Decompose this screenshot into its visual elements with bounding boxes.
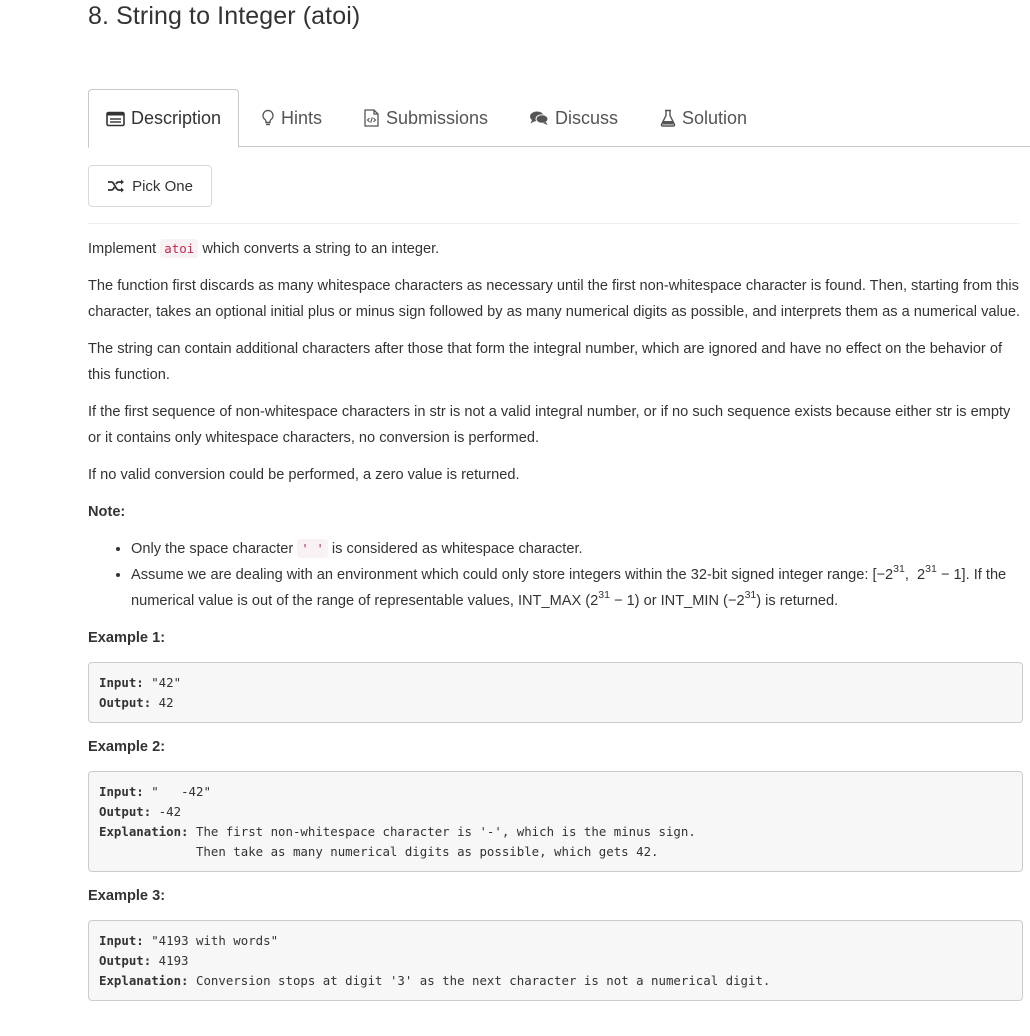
example-heading: Example 3: (88, 888, 166, 904)
tab-discuss[interactable]: Discuss (529, 89, 618, 147)
explanation-label: Explanation: (99, 972, 189, 988)
lightbulb-icon (261, 109, 275, 127)
exponent: 31 (925, 563, 937, 576)
shuffle-icon (107, 179, 125, 193)
description-paragraph: The string can contain additional charac… (88, 341, 1003, 383)
pick-one-button[interactable]: Pick One (88, 165, 212, 207)
tab-discuss-label: Discuss (555, 107, 619, 128)
note-list: Only the space character ' ' is consider… (88, 536, 1023, 614)
example-heading: Example 1: (88, 630, 166, 646)
description-paragraph: The function first discards as many whit… (88, 278, 1021, 320)
tab-hints[interactable]: Hints (261, 89, 322, 147)
tab-description[interactable]: Description (88, 89, 239, 148)
note-text: Only the space character (131, 541, 298, 557)
note-item: Assume we are dealing with an environmen… (131, 562, 1023, 614)
page-title: 8. String to Integer (atoi) (88, 2, 361, 30)
intro-text-end: which converts a string to an integer. (198, 241, 440, 257)
input-value: "4193 with words" (143, 932, 279, 948)
tab-submissions-label: Submissions (386, 107, 489, 128)
tab-submissions[interactable]: Submissions (363, 89, 488, 147)
description-paragraph: If no valid conversion could be performe… (88, 467, 520, 483)
input-value: "42" (143, 674, 182, 690)
tab-solution-label: Solution (682, 107, 748, 128)
input-value: " -42" (143, 783, 211, 799)
input-label: Input: (99, 932, 144, 948)
tab-hints-label: Hints (281, 107, 323, 128)
input-label: Input: (99, 674, 144, 690)
explanation-value: Conversion stops at digit '3' as the nex… (188, 972, 771, 988)
description-intro: Implement atoi which converts a string t… (88, 236, 1023, 262)
output-value: 42 (151, 694, 174, 710)
tab-description-label: Description (130, 108, 222, 128)
output-label: Output: (99, 694, 152, 710)
input-label: Input: (99, 783, 144, 799)
intro-text: Implement (88, 241, 161, 257)
example-code-block: Input: "42" Output: 42 (88, 662, 1023, 723)
inline-code-atoi: atoi (160, 239, 199, 258)
exponent: 31 (744, 589, 757, 602)
tab-solution[interactable]: Solution (660, 89, 747, 147)
note-text: is considered as whitespace character. (327, 541, 583, 557)
problem-description: Implement atoi which converts a string t… (88, 236, 1023, 1012)
note-item: Only the space character ' ' is consider… (131, 536, 1023, 562)
explanation-value: The first non-whitespace character is '-… (195, 823, 696, 859)
example-code-block: Input: "4193 with words" Output: 4193 Ex… (88, 920, 1023, 1001)
output-value: 4193 (151, 952, 189, 968)
note-text: Assume we are dealing with an environmen… (131, 567, 894, 583)
note-text: ) is returned. (756, 593, 839, 609)
flask-icon (660, 109, 676, 127)
explanation-label: Explanation: (99, 823, 189, 839)
divider (88, 223, 1019, 224)
comments-icon (529, 110, 549, 126)
description-icon (106, 111, 125, 127)
output-label: Output: (99, 803, 152, 819)
output-value: -42 (151, 803, 182, 819)
exponent: 31 (893, 563, 905, 576)
pick-one-label: Pick One (132, 177, 193, 195)
example-heading: Example 2: (88, 739, 166, 755)
exponent: 31 (598, 589, 610, 602)
note-heading: Note: (88, 504, 126, 520)
description-paragraph: If the first sequence of non-whitespace … (88, 404, 1011, 446)
problem-tabs: Description Hints Submissions Discuss So… (88, 89, 1030, 148)
output-label: Output: (99, 952, 152, 968)
note-text: , 2 (904, 567, 926, 583)
note-text: − 1) or INT_MIN (−2 (609, 593, 745, 609)
inline-code-space: ' ' (297, 539, 328, 558)
code-file-icon (363, 109, 380, 127)
example-code-block: Input: " -42" Output: -42 Explanation: T… (88, 771, 1023, 872)
